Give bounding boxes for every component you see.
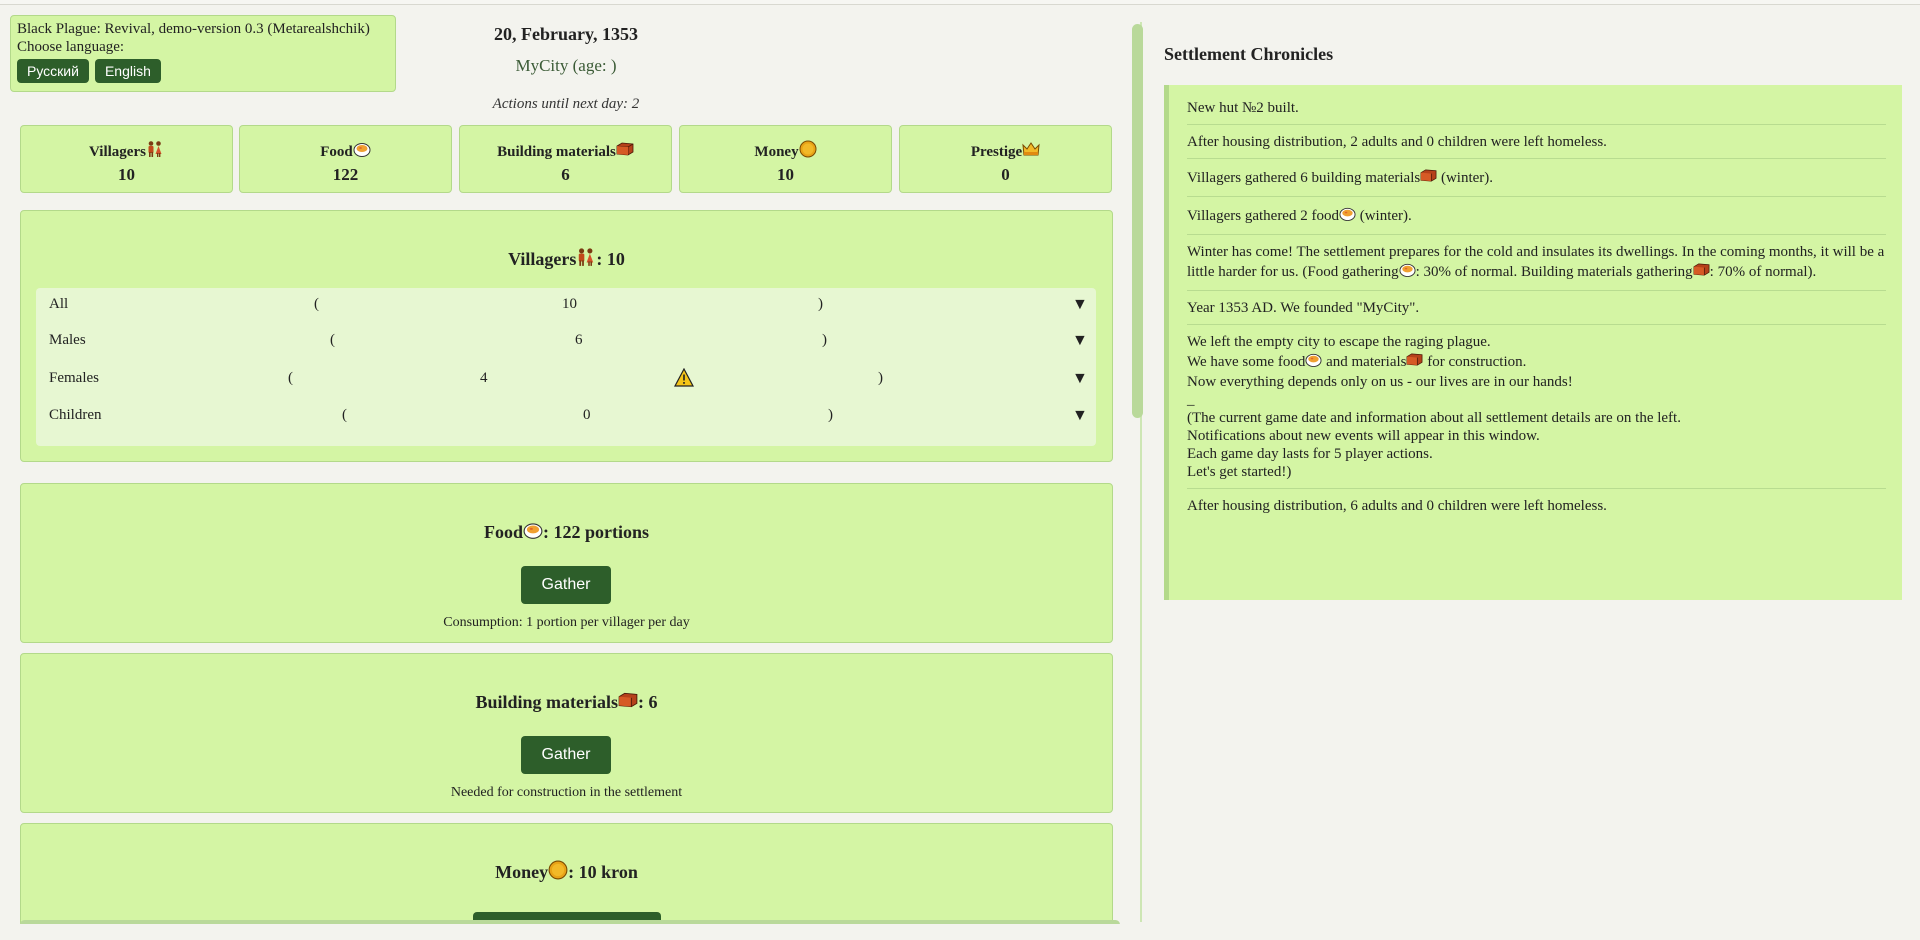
- stat-value: 10: [118, 165, 135, 184]
- stat-label: Villagers: [89, 144, 146, 160]
- food-icon: [353, 140, 371, 163]
- row-label: Males: [49, 332, 86, 348]
- warning-icon: [674, 367, 694, 392]
- stat-value: 6: [561, 165, 570, 184]
- stat-value: 122: [332, 165, 359, 184]
- expand-arrow-icon[interactable]: ▼: [1072, 332, 1088, 350]
- materials-title-value: : 6: [638, 692, 658, 712]
- food-icon: [1399, 261, 1416, 283]
- money-title-label: Money: [495, 862, 549, 882]
- villagers-icon: [576, 247, 596, 272]
- chronicle-entry: Villagers gathered 6 building materials …: [1187, 159, 1886, 197]
- stat-label: Money: [754, 144, 799, 160]
- russian-language-button[interactable]: Русский: [17, 59, 89, 83]
- chronicle-entry: Year 1353 AD. We founded "MyCity".: [1187, 291, 1886, 325]
- chronicle-entry: After housing distribution, 2 adults and…: [1187, 125, 1886, 159]
- left-panel[interactable]: Black Plague: Revival, demo-version 0.3 …: [0, 6, 1135, 924]
- game-title: Black Plague: Revival, demo-version 0.3 …: [17, 21, 370, 37]
- villagers-card-title: Villagers : 10: [21, 247, 1112, 272]
- row-open-paren: (: [330, 332, 335, 348]
- food-consumption-note: Consumption: 1 portion per villager per …: [443, 615, 690, 630]
- chronicle-entry: Villagers gathered 2 food (winter).: [1187, 197, 1886, 235]
- row-close-paren: ): [828, 407, 833, 423]
- game-date: 20, February, 1353: [494, 24, 638, 44]
- money-card: Money : 10 kron: [20, 823, 1113, 924]
- stats-bar: Villagers 10 Food 122 Building materials…: [20, 125, 1113, 195]
- food-icon: [1305, 351, 1322, 373]
- row-open-paren: (: [314, 296, 319, 312]
- stat-value: 10: [777, 165, 794, 184]
- stat-building-materials: Building materials 6: [459, 125, 672, 193]
- bricks-icon: [618, 690, 638, 715]
- row-label: Females: [49, 370, 99, 386]
- food-card: Food : 122 portions Gather Consumption: 1…: [20, 483, 1113, 643]
- horizontal-scrollbar[interactable]: [20, 920, 1120, 924]
- expand-arrow-icon[interactable]: ▼: [1072, 296, 1088, 314]
- stat-food: Food 122: [239, 125, 452, 193]
- bricks-icon: [1420, 167, 1437, 189]
- chronicles-panel[interactable]: New hut №2 built. After housing distribu…: [1164, 85, 1902, 600]
- villagers-icon: [146, 140, 164, 163]
- english-language-button[interactable]: English: [94, 59, 161, 83]
- chronicle-entry: We left the empty city to escape the rag…: [1187, 325, 1886, 489]
- villagers-title-label: Villagers: [508, 249, 577, 269]
- stat-prestige: Prestige 0: [899, 125, 1112, 193]
- villager-row-children[interactable]: ( Children 0 ) ▼: [36, 407, 1096, 443]
- food-title-label: Food: [483, 522, 523, 542]
- money-card-title: Money : 10 kron: [21, 860, 1112, 885]
- row-open-paren: (: [288, 370, 293, 386]
- row-value: 0: [583, 407, 591, 423]
- coin-icon: [548, 860, 568, 885]
- city-name: MyCity (age: ): [515, 56, 617, 75]
- language-box: Black Plague: Revival, demo-version 0.3 …: [10, 15, 396, 92]
- row-close-paren: ): [878, 370, 883, 386]
- row-label: All: [49, 296, 69, 312]
- villager-row-males[interactable]: Males ( 6 ) ▼: [36, 332, 1096, 368]
- food-title-value: : 122 portions: [543, 522, 650, 542]
- expand-arrow-icon[interactable]: ▼: [1072, 370, 1088, 388]
- materials-note: Needed for construction in the settlemen…: [450, 785, 683, 800]
- row-value: 6: [575, 332, 583, 348]
- materials-title-label: Building materials: [475, 692, 618, 712]
- chronicles-title: Settlement Chronicles: [1164, 44, 1334, 64]
- row-open-paren: (: [342, 407, 347, 423]
- expand-arrow-icon[interactable]: ▼: [1072, 407, 1088, 425]
- villager-row-females[interactable]: Females ( 4 ) ▼: [36, 367, 1096, 406]
- row-value: 10: [562, 296, 577, 312]
- row-label: Children: [49, 407, 102, 423]
- stat-label: Prestige: [970, 144, 1023, 160]
- villagers-card: Villagers : 10 All ( 10 ) ▼ Males ( 6 ) ▼…: [20, 210, 1113, 462]
- top-border: [0, 0, 1920, 5]
- stat-value: 0: [1001, 165, 1010, 184]
- bricks-icon: [1693, 261, 1710, 283]
- stat-label: Food: [320, 144, 353, 160]
- row-value: 4: [480, 370, 488, 386]
- bricks-icon: [1406, 351, 1423, 373]
- vertical-scrollbar[interactable]: [1132, 24, 1143, 418]
- villager-row-all[interactable]: All ( 10 ) ▼: [36, 296, 1096, 332]
- stat-money: Money 10: [679, 125, 892, 193]
- choose-language-label: Choose language:: [17, 39, 125, 55]
- villagers-table: All ( 10 ) ▼ Males ( 6 ) ▼ Females ( 4 )…: [36, 288, 1096, 446]
- building-materials-card: Building materials : 6 Gather Needed for …: [20, 653, 1113, 813]
- chronicle-entry: Winter has come! The settlement prepares…: [1187, 235, 1886, 291]
- stat-label: Building materials: [497, 144, 616, 160]
- food-icon: [1339, 205, 1356, 227]
- materials-card-title: Building materials : 6: [21, 690, 1112, 715]
- gather-food-button[interactable]: Gather: [521, 566, 611, 604]
- bricks-icon: [616, 140, 634, 163]
- chronicle-entry: After housing distribution, 6 adults and…: [1187, 498, 1607, 514]
- chronicle-entry: New hut №2 built.: [1187, 91, 1886, 125]
- food-icon: [523, 520, 543, 545]
- villagers-title-value: : 10: [596, 249, 625, 269]
- gather-materials-button[interactable]: Gather: [521, 736, 611, 774]
- row-close-paren: ): [818, 296, 823, 312]
- crown-icon: [1022, 140, 1040, 163]
- money-title-value: : 10 kron: [568, 862, 638, 882]
- row-close-paren: ): [822, 332, 827, 348]
- food-card-title: Food : 122 portions: [21, 520, 1112, 545]
- actions-until-next-day: Actions until next day: 2: [492, 96, 640, 112]
- coin-icon: [799, 140, 817, 163]
- stat-villagers: Villagers 10: [20, 125, 233, 193]
